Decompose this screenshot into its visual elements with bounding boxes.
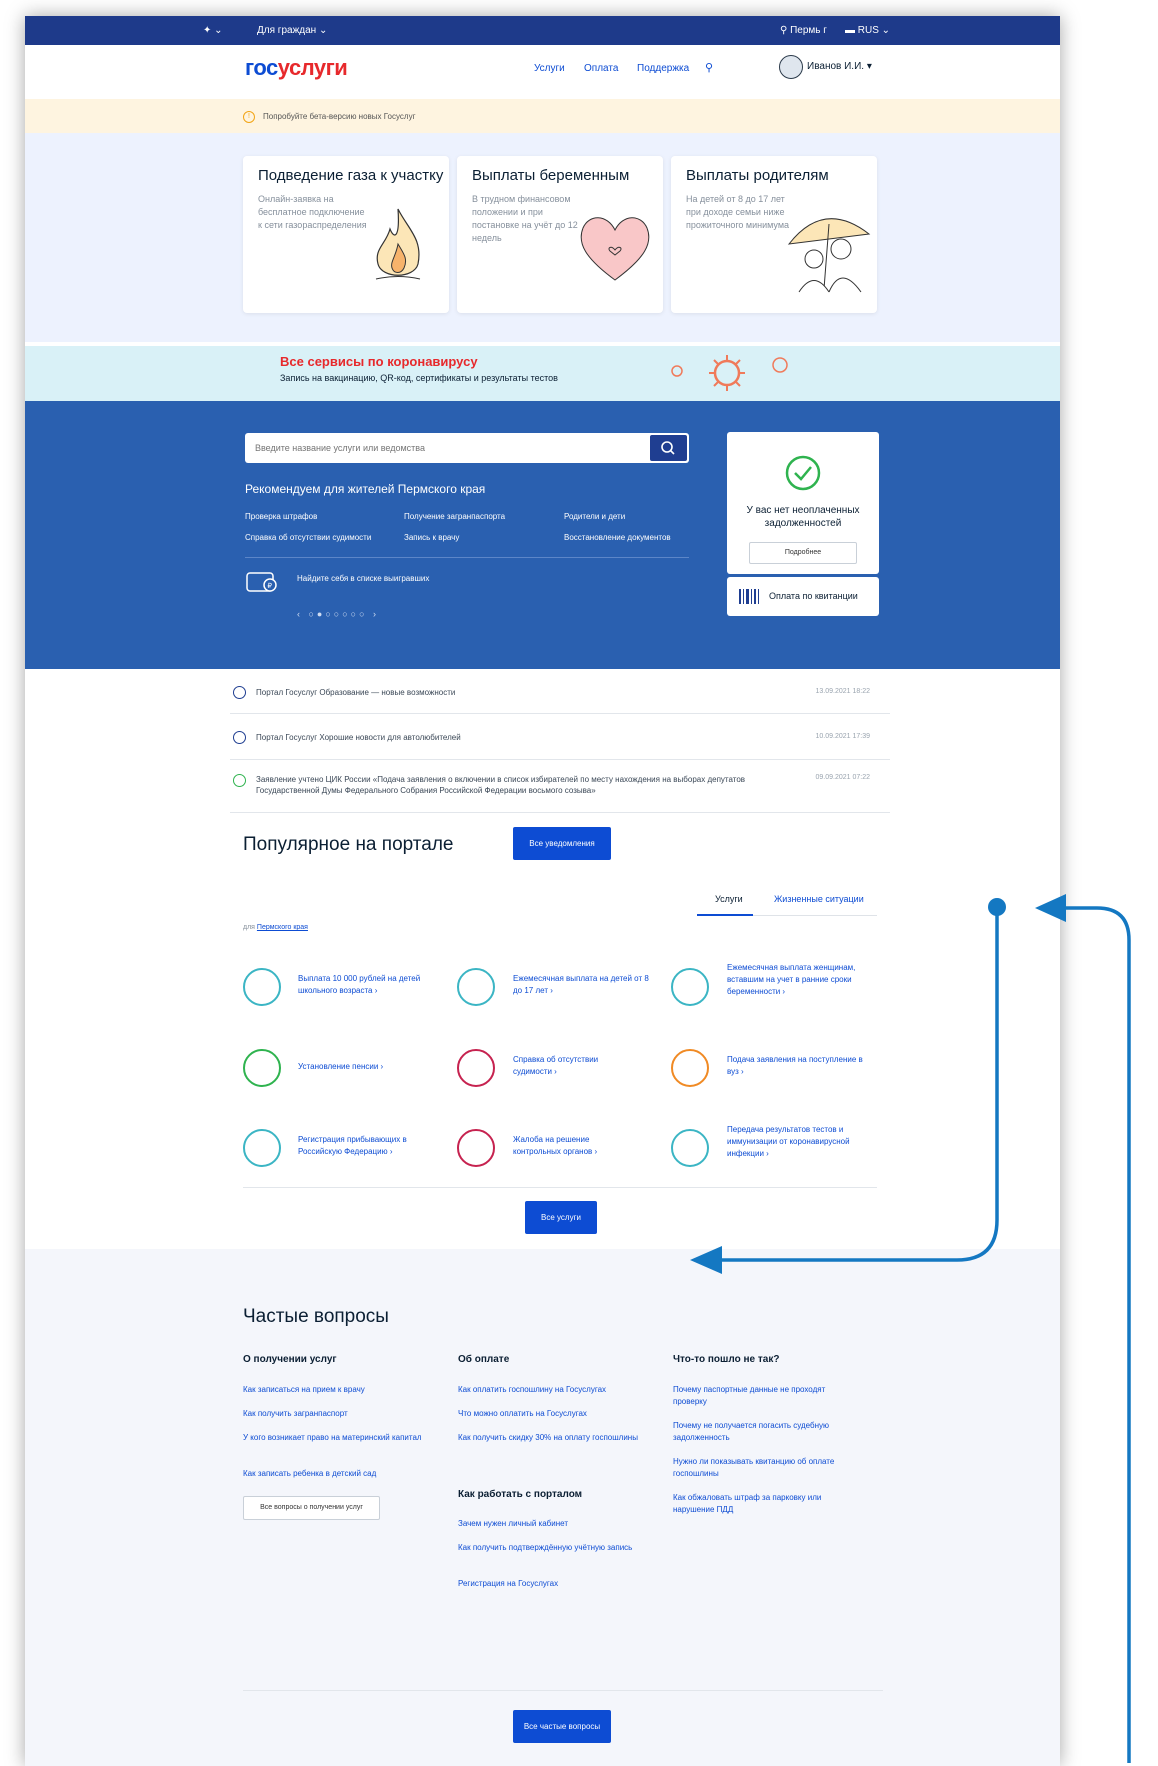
arrow-line-to-all-services — [718, 905, 999, 1262]
arrow-head-dot — [1035, 894, 1066, 922]
all-services-button[interactable]: Все услуги — [525, 1201, 597, 1234]
arrow-start-dot — [988, 898, 1006, 916]
annotation-arrows — [690, 894, 1131, 1763]
arrow-line-right — [1058, 906, 1131, 1763]
arrow-head-left — [690, 1246, 722, 1274]
